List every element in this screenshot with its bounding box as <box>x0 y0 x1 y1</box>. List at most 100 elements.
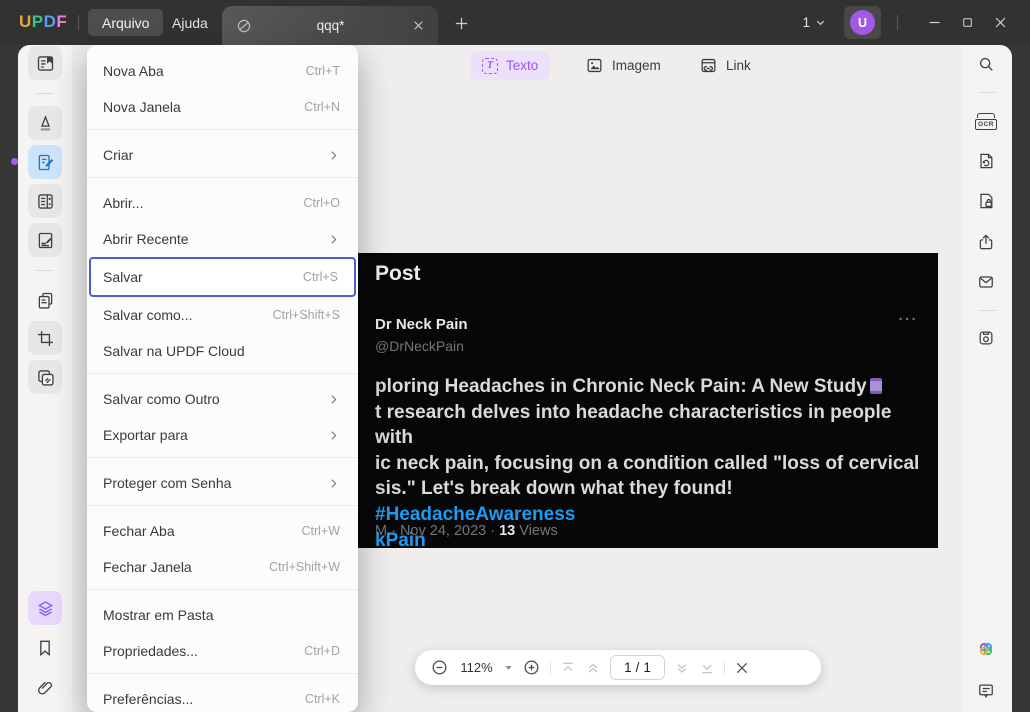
menu-shortcut: Ctrl+T <box>305 64 340 78</box>
minimize-button[interactable] <box>921 9 947 37</box>
protect-document-icon[interactable] <box>970 185 1002 217</box>
window-count: 1 <box>802 15 810 30</box>
sidebar-separator <box>979 92 995 93</box>
menu-shortcut: Ctrl+D <box>304 644 340 658</box>
layers-icon[interactable] <box>28 591 62 625</box>
page-separator: / <box>635 660 640 675</box>
first-page-button[interactable] <box>560 660 576 676</box>
tool-imagem[interactable]: Imagem <box>585 51 661 80</box>
menu-item-salvar[interactable]: Salvar Ctrl+S <box>89 257 356 297</box>
link-tool-icon <box>701 58 716 73</box>
edit-pdf-icon[interactable] <box>28 145 62 179</box>
reader-mode-icon[interactable] <box>28 46 62 80</box>
toolbar-separator <box>550 660 551 675</box>
menu-item-prefer-ncias[interactable]: Preferências... Ctrl+K <box>87 681 358 712</box>
menu-separator <box>87 589 358 593</box>
ai-assistant-icon[interactable] <box>970 633 1002 665</box>
zoom-out-button[interactable] <box>430 658 449 677</box>
file-menu: Nova Aba Ctrl+T Nova Janela Ctrl+N Criar Abri… <box>87 45 358 712</box>
zoom-level[interactable]: 112% <box>458 660 495 675</box>
menu-item-criar[interactable]: Criar <box>87 137 358 173</box>
search-icon[interactable] <box>970 48 1002 80</box>
tool-texto-label: Texto <box>506 58 539 73</box>
chevron-right-icon <box>327 393 340 406</box>
menu-item-nova-janela[interactable]: Nova Janela Ctrl+N <box>87 89 358 125</box>
post-handle: @DrNeckPain <box>375 338 464 354</box>
menu-item-proteger-com-senha[interactable]: Proteger com Senha <box>87 465 358 501</box>
close-toolbar-button[interactable] <box>734 660 750 676</box>
menu-item-exportar-para[interactable]: Exportar para <box>87 417 358 453</box>
titlebar-divider <box>897 15 898 30</box>
ocr-lid <box>977 112 995 118</box>
document-tab[interactable]: qqq* <box>222 6 438 45</box>
left-sidebar <box>18 45 72 712</box>
current-page: 1 <box>624 660 632 675</box>
zoom-dropdown-icon[interactable] <box>504 663 513 672</box>
tool-texto[interactable]: T Texto <box>470 51 551 80</box>
window-count-dropdown[interactable]: 1 <box>802 15 826 30</box>
mail-icon[interactable] <box>970 266 1002 298</box>
last-page-button[interactable] <box>699 660 715 676</box>
menu-item-label: Abrir... <box>103 195 144 211</box>
comment-icon[interactable] <box>970 675 1002 707</box>
watermark-icon[interactable] <box>28 360 62 394</box>
sign-icon[interactable] <box>28 223 62 257</box>
page-indicator[interactable]: 1/1 <box>610 655 665 680</box>
ocr-label: OCR <box>975 118 997 130</box>
bookmark-icon[interactable] <box>28 631 62 665</box>
maximize-button[interactable] <box>954 9 980 37</box>
menu-item-salvar-como[interactable]: Salvar como... Ctrl+Shift+S <box>87 297 358 333</box>
menu-item-label: Propriedades... <box>103 643 198 659</box>
save-icon[interactable] <box>970 322 1002 354</box>
new-tab-button[interactable] <box>449 11 473 35</box>
menu-arquivo[interactable]: Arquivo <box>88 9 164 36</box>
menu-ajuda[interactable]: Ajuda <box>158 9 222 36</box>
menu-separator <box>87 177 358 181</box>
menu-item-fechar-aba[interactable]: Fechar Aba Ctrl+W <box>87 513 358 549</box>
menu-item-fechar-janela[interactable]: Fechar Janela Ctrl+Shift+W <box>87 549 358 585</box>
tool-link-label: Link <box>726 58 751 73</box>
close-window-button[interactable] <box>987 9 1013 37</box>
account-button[interactable]: U <box>844 6 881 39</box>
no-edit-icon <box>235 17 253 35</box>
convert-icon[interactable] <box>970 145 1002 177</box>
sidebar-separator <box>37 270 53 271</box>
logo-letter: F <box>56 12 68 31</box>
menu-item-nova-aba[interactable]: Nova Aba Ctrl+T <box>87 53 358 89</box>
menu-item-label: Nova Janela <box>103 99 181 115</box>
previous-page-button[interactable] <box>585 660 601 676</box>
menu-item-label: Exportar para <box>103 427 188 443</box>
menu-item-label: Salvar na UPDF Cloud <box>103 343 245 359</box>
share-icon[interactable] <box>970 226 1002 258</box>
menu-item-salvar-como-outro[interactable]: Salvar como Outro <box>87 381 358 417</box>
pdf-page-image: Post Dr Neck Pain @DrNeckPain ··· plorin… <box>358 253 938 548</box>
menu-item-propriedades[interactable]: Propriedades... Ctrl+D <box>87 633 358 669</box>
organize-pages-icon[interactable] <box>28 283 62 317</box>
zoom-toolbar: 112% 1/1 <box>415 650 821 685</box>
menu-shortcut: Ctrl+Shift+S <box>272 308 340 322</box>
zoom-in-button[interactable] <box>522 658 541 677</box>
tab-close-icon[interactable] <box>408 16 428 36</box>
forms-icon[interactable] <box>28 184 62 218</box>
menu-item-label: Abrir Recente <box>103 231 189 247</box>
ocr-icon[interactable]: OCR <box>970 105 1002 137</box>
menu-item-salvar-na-updf-cloud[interactable]: Salvar na UPDF Cloud <box>87 333 358 369</box>
comment-highlighter-icon[interactable] <box>28 106 62 140</box>
total-pages: 1 <box>643 660 651 675</box>
notification-dot <box>11 158 18 165</box>
next-page-button[interactable] <box>674 660 690 676</box>
menu-item-abrir-recente[interactable]: Abrir Recente <box>87 221 358 257</box>
menu-item-label: Proteger com Senha <box>103 475 232 491</box>
chevron-right-icon <box>327 429 340 442</box>
menu-item-mostrar-em-pasta[interactable]: Mostrar em Pasta <box>87 597 358 633</box>
attachment-icon[interactable] <box>28 671 62 705</box>
crop-icon[interactable] <box>28 321 62 355</box>
tool-link[interactable]: Link <box>699 51 751 80</box>
menu-item-abrir[interactable]: Abrir... Ctrl+O <box>87 185 358 221</box>
tool-imagem-label: Imagem <box>612 58 661 73</box>
post-meta: M · Nov 24, 2023 · 13 Views <box>375 523 558 539</box>
chevron-right-icon <box>327 477 340 490</box>
chevron-down-icon <box>816 20 825 26</box>
menu-separator <box>87 505 358 509</box>
chevron-right-icon <box>327 149 340 162</box>
